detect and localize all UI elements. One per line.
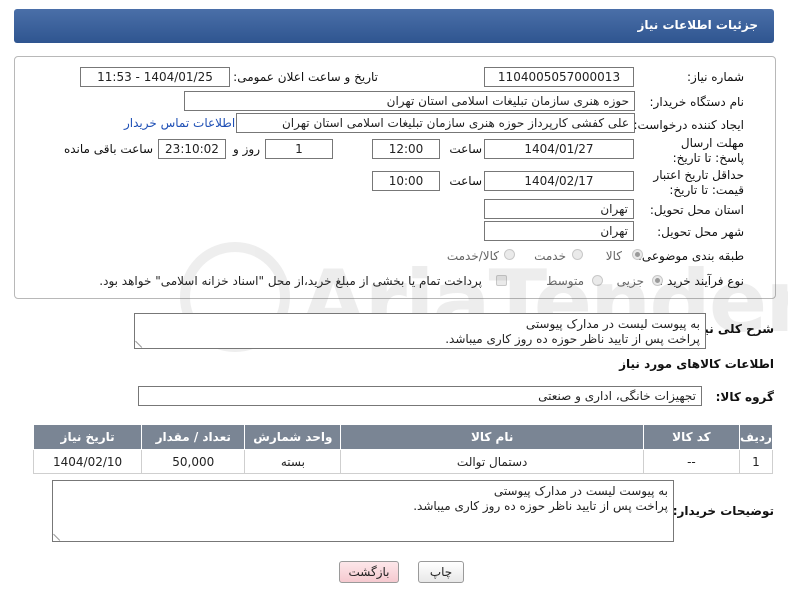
validity-date-field: 1404/02/17 — [484, 171, 634, 191]
buyer-contact-link[interactable]: اطلاعات تماس خریدار — [124, 116, 235, 130]
creator-label: ایجاد کننده درخواست: — [633, 118, 744, 132]
back-button[interactable]: بازگشت — [339, 561, 399, 583]
validity-time-label: ساعت — [449, 174, 482, 188]
buyer-org-field: حوزه هنری سازمان تبلیغات اسلامی استان ته… — [184, 91, 635, 111]
announce-datetime-field: 1404/01/25 - 11:53 — [80, 67, 230, 87]
purchase-medium-radio[interactable] — [592, 275, 603, 286]
cell-goods-code: -- — [642, 449, 740, 474]
delivery-city-label: شهر محل تحویل: — [657, 225, 744, 239]
buyer-notes-textarea[interactable]: به پیوست لیست در مدارک پیوستی پراخت پس ا… — [52, 480, 674, 542]
cell-row-number: 1 — [738, 449, 774, 474]
page-header: جزئیات اطلاعات نیاز — [14, 9, 774, 43]
price-validity-label: حداقل تاریخ اعتبار قیمت: تا تاریخ: — [653, 168, 744, 197]
need-number-label: شماره نیاز: — [687, 70, 744, 84]
col-header-quantity: تعداد / مقدار — [141, 424, 246, 450]
remaining-time-field: 23:10:02 — [158, 139, 226, 159]
category-goods-label: کالا — [605, 249, 622, 263]
goods-info-title: اطلاعات کالاهای مورد نیاز — [619, 357, 774, 371]
remaining-time-label: ساعت باقی مانده — [63, 142, 153, 156]
category-service-radio[interactable] — [572, 249, 583, 260]
cell-need-date: 1404/02/10 — [32, 449, 143, 474]
buyer-notes-label: توضیحات خریدار: — [672, 504, 774, 518]
delivery-province-field: تهران — [484, 199, 634, 219]
col-header-need-date: تاریخ نیاز — [32, 424, 143, 450]
col-header-goods-name: نام کالا — [340, 424, 644, 450]
category-goods-service-label: کالا/خدمت — [446, 249, 499, 263]
buyer-notes-line-1: به پیوست لیست در مدارک پیوستی — [493, 484, 668, 498]
treasury-payment-checkbox[interactable] — [496, 275, 507, 286]
reply-time-label: ساعت — [449, 142, 482, 156]
table-row: 1 -- دستمال توالت بسته 50,000 1404/02/10 — [32, 449, 774, 474]
category-goods-service-radio[interactable] — [504, 249, 515, 260]
description-line-1: به پیوست لیست در مدارک پیوستی — [525, 317, 700, 331]
purchase-minor-radio[interactable] — [652, 275, 663, 286]
page-title: جزئیات اطلاعات نیاز — [637, 18, 758, 32]
delivery-city-field: تهران — [484, 221, 634, 241]
goods-group-label: گروه کالا: — [715, 390, 774, 404]
days-label: روز و — [233, 142, 260, 156]
resize-grip-icon[interactable] — [53, 528, 66, 541]
announce-datetime-label: تاریخ و ساعت اعلان عمومی: — [233, 70, 378, 84]
buyer-notes-line-2: پراخت پس از تایید ناظر حوزه ده روز کاری … — [413, 499, 668, 513]
purchase-minor-label: جزیی — [616, 274, 644, 288]
reply-time-field: 12:00 — [372, 139, 440, 159]
description-textarea[interactable]: به پیوست لیست در مدارک پیوستی پراخت پس ا… — [134, 313, 706, 349]
category-goods-radio[interactable] — [632, 249, 643, 260]
purchase-type-label: نوع فرآیند خرید : — [659, 274, 744, 288]
cell-goods-name: دستمال توالت — [340, 449, 644, 474]
table-header-row: ردیف کد کالا نام کالا واحد شمارش تعداد /… — [32, 424, 774, 450]
reply-date-field: 1404/01/27 — [484, 139, 634, 159]
treasury-payment-note: پرداخت تمام یا بخشی از مبلغ خرید،از محل … — [99, 274, 482, 288]
cell-unit: بسته — [244, 449, 342, 474]
category-service-label: خدمت — [534, 249, 566, 263]
col-header-unit: واحد شمارش — [244, 424, 342, 450]
buyer-org-label: نام دستگاه خریدار: — [649, 95, 745, 109]
goods-table: ردیف کد کالا نام کالا واحد شمارش تعداد /… — [32, 424, 774, 474]
cell-quantity: 50,000 — [141, 449, 246, 474]
goods-group-field: تجهیزات خانگی، اداری و صنعتی — [138, 386, 702, 406]
reply-deadline-label: مهلت ارسال پاسخ: تا تاریخ: — [672, 136, 744, 165]
purchase-medium-label: متوسط — [546, 274, 584, 288]
delivery-province-label: استان محل تحویل: — [649, 203, 744, 217]
col-header-row-number: ردیف — [738, 424, 774, 450]
days-field: 1 — [265, 139, 333, 159]
creator-field: علی کفشی کارپرداز حوزه هنری سازمان تبلیغ… — [236, 113, 635, 133]
description-line-2: پراخت پس از تایید ناظر حوزه ده روز کاری … — [445, 332, 700, 346]
col-header-goods-code: کد کالا — [642, 424, 740, 450]
print-button[interactable]: چاپ — [418, 561, 464, 583]
need-number-field: 1104005057000013 — [484, 67, 634, 87]
category-label: طبقه بندی موضوعی: — [637, 249, 744, 263]
validity-time-field: 10:00 — [372, 171, 440, 191]
